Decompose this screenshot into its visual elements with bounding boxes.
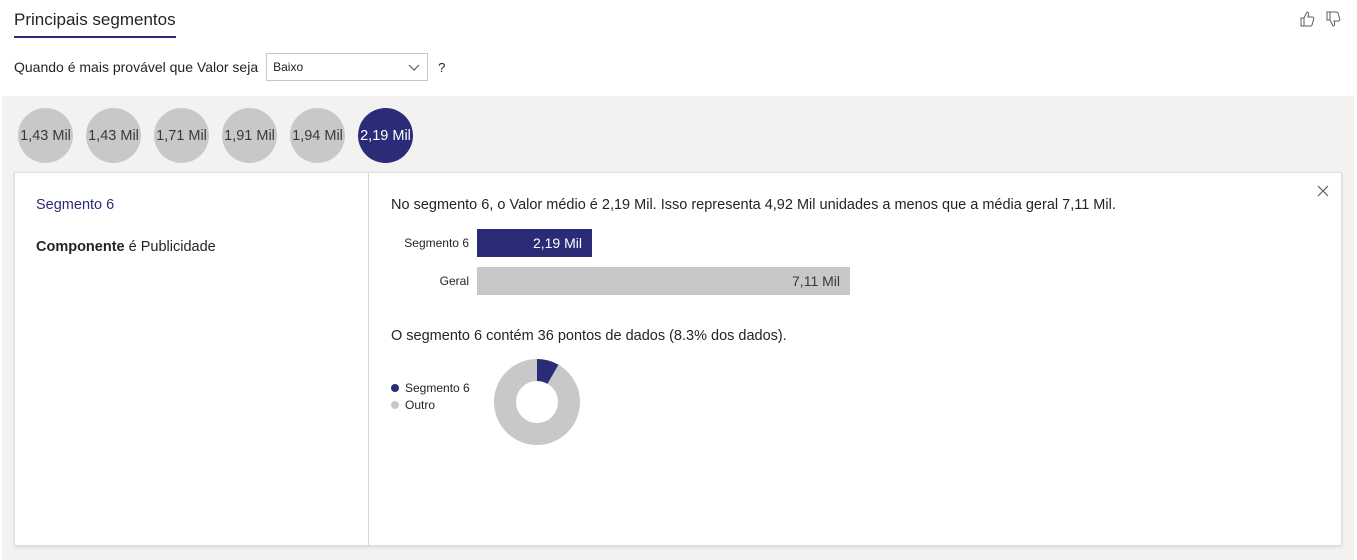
legend-item-segment: Segmento 6 <box>391 381 470 395</box>
thumbs-down-icon[interactable] <box>1325 10 1341 28</box>
close-icon[interactable] <box>1317 185 1329 197</box>
bar-row-overall: Geral 7,11 Mil <box>391 267 850 295</box>
segment-bubble-1[interactable]: 1,43 Mil <box>18 108 73 163</box>
legend-dot-segment <box>391 384 399 392</box>
segment-name: Segmento 6 <box>36 197 115 213</box>
segment-summary: No segmento 6, o Valor médio é 2,19 Mil.… <box>391 197 1116 213</box>
condition-text: é Publicidade <box>124 239 216 255</box>
bar-value-segment: 2,19 Mil <box>532 235 582 251</box>
question-row: Quando é mais provável que Valor seja Ba… <box>14 53 445 81</box>
segment-detail-card: Segmento 6 Componente é Publicidade No s… <box>14 172 1342 546</box>
legend-label-segment: Segmento 6 <box>405 381 470 395</box>
legend-item-other: Outro <box>391 398 470 412</box>
legend-label-other: Outro <box>405 398 436 412</box>
thumbs-up-icon[interactable] <box>1299 10 1315 28</box>
segment-bubbles: 1,43 Mil 1,43 Mil 1,71 Mil 1,91 Mil 1,94… <box>18 108 413 163</box>
condition-field: Componente <box>36 239 125 255</box>
data-points-text: O segmento 6 contém 36 pontos de dados (… <box>391 328 787 344</box>
segments-area: 1,43 Mil 1,43 Mil 1,71 Mil 1,91 Mil 1,94… <box>2 96 1354 560</box>
value-dropdown[interactable]: Baixo <box>266 53 429 81</box>
segment-stats-panel: No segmento 6, o Valor médio é 2,19 Mil.… <box>370 173 1341 545</box>
bar-segment: 2,19 Mil <box>477 229 592 257</box>
donut-legend: Segmento 6 Outro <box>391 381 470 415</box>
bar-label-segment: Segmento 6 <box>404 236 469 250</box>
segment-bubble-3[interactable]: 1,71 Mil <box>154 108 209 163</box>
chevron-down-icon <box>408 64 420 71</box>
share-donut-chart <box>494 359 580 445</box>
segment-bubble-6[interactable]: 2,19 Mil <box>358 108 413 163</box>
dropdown-selected-value: Baixo <box>273 60 304 74</box>
bar-overall: 7,11 Mil <box>477 267 850 295</box>
segment-definition-panel: Segmento 6 Componente é Publicidade <box>15 173 369 545</box>
segment-bubble-5[interactable]: 1,94 Mil <box>290 108 345 163</box>
help-icon[interactable]: ? <box>438 60 445 75</box>
bar-row-segment: Segmento 6 2,19 Mil <box>391 229 592 257</box>
feedback-group <box>1299 10 1341 28</box>
question-label: Quando é mais provável que Valor seja <box>14 59 259 75</box>
segment-bubble-4[interactable]: 1,91 Mil <box>222 108 277 163</box>
segment-condition: Componente é Publicidade <box>36 239 216 255</box>
page-title[interactable]: Principais segmentos <box>14 10 176 38</box>
bar-label-overall: Geral <box>439 274 469 288</box>
segment-bubble-2[interactable]: 1,43 Mil <box>86 108 141 163</box>
legend-dot-other <box>391 401 399 409</box>
bar-value-overall: 7,11 Mil <box>792 273 840 289</box>
